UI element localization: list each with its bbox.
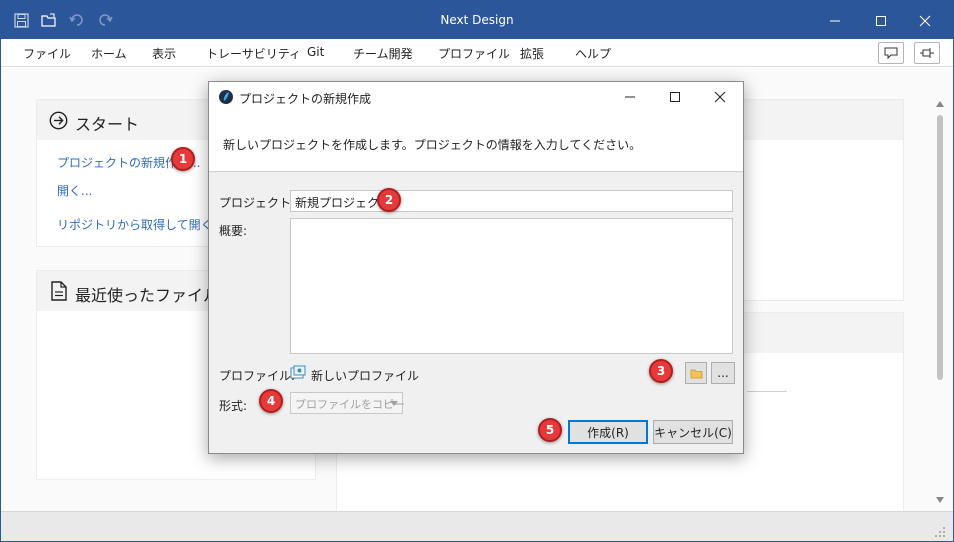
step-badge-5: 5: [538, 418, 562, 442]
maximize-icon[interactable]: [669, 91, 681, 106]
profile-value: 新しいプロファイル: [311, 369, 420, 383]
menu-profile[interactable]: プロファイル: [438, 45, 510, 62]
menu-traceability[interactable]: トレーサビリティ: [206, 45, 301, 62]
scrollbar-thumb[interactable]: [937, 115, 943, 380]
open-link[interactable]: 開く...: [57, 182, 92, 199]
arrow-circle-right-icon: [49, 111, 68, 133]
recent-files-title: 最近使ったファイル: [75, 286, 220, 305]
project-name-input[interactable]: 新規プロジェクト: [290, 190, 733, 212]
menu-home[interactable]: ホーム: [91, 45, 127, 62]
close-icon[interactable]: [903, 7, 947, 35]
dialog-title: プロジェクトの新規作成: [239, 92, 372, 106]
menu-git[interactable]: Git: [307, 45, 324, 59]
format-label: 形式:: [219, 399, 248, 413]
maximize-icon[interactable]: [859, 7, 903, 35]
title-bar: Next Design: [1, 1, 953, 39]
scroll-up-icon[interactable]: [936, 101, 944, 107]
clone-repository-link[interactable]: リポジトリから取得して開く...: [57, 216, 224, 233]
summary-textarea[interactable]: [290, 218, 733, 354]
profile-more-button[interactable]: ...: [711, 362, 735, 384]
step-badge-2: 2: [377, 188, 401, 212]
comment-icon[interactable]: [878, 42, 904, 64]
menu-file[interactable]: ファイル: [23, 45, 71, 62]
summary-label: 概要:: [219, 224, 248, 238]
step-badge-3: 3: [649, 359, 673, 383]
menu-help[interactable]: ヘルプ: [575, 45, 611, 62]
scroll-down-icon[interactable]: [936, 497, 944, 503]
menu-extensions[interactable]: 拡張: [520, 45, 544, 62]
resize-grip-icon[interactable]: [934, 526, 946, 538]
pin-icon[interactable]: [914, 42, 940, 64]
step-badge-4: 4: [259, 389, 283, 413]
divider: [747, 391, 787, 392]
chevron-down-icon: [390, 401, 398, 406]
format-select-value: プロファイルをコピー: [295, 398, 405, 411]
format-select[interactable]: プロファイルをコピー: [290, 392, 405, 414]
profile-label: プロファイル:: [219, 369, 296, 383]
next-design-logo-icon: [218, 89, 234, 108]
create-button[interactable]: 作成(R): [568, 420, 648, 444]
document-icon: [51, 281, 67, 304]
dialog-header: 新しいプロジェクトを作成します。プロジェクトの情報を入力してください。: [209, 112, 743, 172]
status-bar: [1, 511, 953, 541]
profile-folder-button[interactable]: [685, 362, 707, 384]
close-icon[interactable]: [714, 91, 726, 106]
menu-view[interactable]: 表示: [152, 45, 176, 62]
new-project-dialog: プロジェクトの新規作成 新しいプロジェクトを作成します。プロジェクトの情報を入力…: [208, 81, 744, 454]
dialog-title-bar: プロジェクトの新規作成: [209, 82, 743, 112]
window-title: Next Design: [440, 13, 514, 27]
dialog-description: 新しいプロジェクトを作成します。プロジェクトの情報を入力してください。: [223, 138, 642, 152]
step-badge-1: 1: [171, 147, 195, 171]
menu-team[interactable]: チーム開発: [353, 45, 413, 62]
minimize-icon[interactable]: [624, 91, 636, 106]
menu-bar: ファイル ホーム 表示 トレーサビリティ Git チーム開発 プロファイル 拡張…: [1, 39, 953, 67]
cancel-button[interactable]: キャンセル(C): [653, 420, 733, 444]
profile-icon: [290, 365, 306, 383]
minimize-icon[interactable]: [813, 7, 857, 35]
start-panel-title: スタート: [75, 115, 140, 134]
folder-icon: [690, 369, 702, 378]
